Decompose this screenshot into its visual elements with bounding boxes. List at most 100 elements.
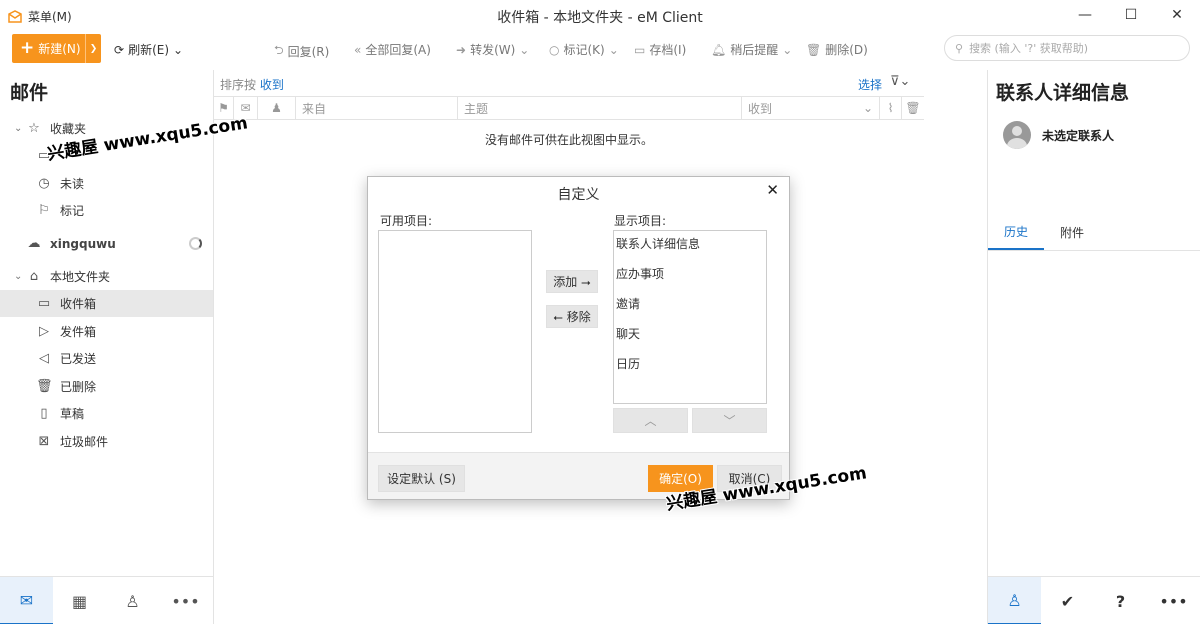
- dialog-title: 自定义: [557, 187, 600, 203]
- move-down-button[interactable]: ﹀: [692, 408, 767, 433]
- archive-button[interactable]: ▭ 存档(I): [634, 41, 686, 58]
- sidebar-item-label: 已删除: [60, 380, 97, 394]
- clock-icon: ◷: [38, 176, 50, 191]
- shown-items-list[interactable]: 联系人详细信息 应办事项 邀请 聊天 日历: [613, 230, 767, 404]
- snooze-button[interactable]: 🔔︎ 稍后提醒 ⌄: [711, 41, 792, 58]
- mark-button[interactable]: ○ 标记(K) ⌄: [549, 41, 619, 58]
- tab-history[interactable]: 历史: [988, 214, 1044, 250]
- received-column-label: 收到: [748, 101, 773, 116]
- sync-spinner-icon: [189, 237, 202, 250]
- remove-button[interactable]: ⭠ 移除: [546, 305, 598, 328]
- chevron-down-icon[interactable]: ⌄: [14, 123, 26, 134]
- sidebar-item-label: 已发送: [60, 352, 97, 366]
- contact-panel-title: 联系人详细信息: [996, 82, 1130, 104]
- chevron-down-icon: ⌄: [173, 42, 184, 57]
- chevron-down-icon[interactable]: ⌄: [14, 271, 26, 282]
- new-button-label: 新建(N): [38, 42, 81, 56]
- reply-button[interactable]: ⮌ 回复(R): [274, 41, 329, 62]
- list-item[interactable]: 日历: [614, 351, 766, 381]
- avatar: [1003, 121, 1031, 149]
- trash-icon: 🗑︎: [36, 379, 53, 394]
- sidebar-item-local-folders[interactable]: ⌄ ⌂ 本地文件夹: [0, 263, 213, 290]
- chevron-down-icon: ⌄: [862, 101, 873, 115]
- sort-field-link[interactable]: 收到: [260, 78, 284, 92]
- close-icon[interactable]: ✕: [1154, 0, 1200, 30]
- close-icon[interactable]: ✕: [766, 181, 779, 199]
- new-button[interactable]: + 新建(N) ❯: [12, 34, 101, 63]
- move-up-button[interactable]: ︿: [613, 408, 688, 433]
- sort-by-label: 排序按: [220, 78, 257, 92]
- list-item[interactable]: 邀请: [614, 291, 766, 321]
- list-item[interactable]: 聊天: [614, 321, 766, 351]
- maximize-icon[interactable]: ☐: [1108, 0, 1154, 30]
- shown-items-label: 显示项目:: [614, 214, 667, 228]
- subject-column[interactable]: 主题: [458, 97, 742, 119]
- trash-column-icon[interactable]: 🗑︎: [902, 97, 924, 119]
- calendar-icon[interactable]: ▦: [53, 577, 106, 624]
- sidebar-item-sent[interactable]: ◁ 已发送: [0, 345, 213, 372]
- reply-all-label: 全部回复(A): [365, 43, 431, 57]
- window-title: 收件箱 - 本地文件夹 - eM Client: [497, 10, 703, 26]
- tab-attachments[interactable]: 附件: [1044, 214, 1100, 250]
- sort-control[interactable]: 排序按 收到: [220, 76, 284, 93]
- sidebar-item-label: 收件箱: [60, 297, 97, 311]
- list-item[interactable]: 应办事项: [614, 261, 766, 291]
- set-default-button[interactable]: 设定默认 (S): [378, 465, 465, 492]
- new-dropdown-chevron-icon[interactable]: ❯: [85, 34, 101, 63]
- filter-icon[interactable]: ⊽⌄: [890, 74, 910, 89]
- add-button[interactable]: 添加 ⭢: [546, 270, 598, 293]
- checkmark-icon[interactable]: ✔: [1041, 577, 1094, 624]
- sidebar-item-deleted[interactable]: 🗑︎ 已删除: [0, 373, 213, 400]
- sidebar-item-unread[interactable]: ◷ 未读: [0, 170, 213, 197]
- forward-button[interactable]: ➜ 转发(W) ⌄: [456, 41, 529, 58]
- delete-button[interactable]: 🗑︎ 删除(D): [806, 41, 868, 58]
- sidebar-item-flagged[interactable]: ⚐ 标记: [0, 197, 213, 224]
- chevron-down-icon: ﹀: [723, 414, 736, 428]
- available-items-list[interactable]: [378, 230, 532, 433]
- contact-details-panel: 联系人详细信息 未选定联系人 历史 附件 ♙ ✔ ? •••: [987, 70, 1200, 624]
- send-icon: ▷: [39, 324, 49, 339]
- contact-icon[interactable]: ♙: [988, 577, 1041, 624]
- reply-icon: ⮌: [274, 43, 284, 57]
- account-icon: ☁: [27, 236, 41, 251]
- delete-label: 删除(D): [825, 43, 868, 57]
- contacts-icon[interactable]: ♙: [106, 577, 159, 624]
- more-icon[interactable]: •••: [1147, 577, 1200, 624]
- chevron-down-icon: ⌄: [519, 42, 530, 57]
- trash-icon: 🗑︎: [806, 42, 822, 57]
- search-input[interactable]: ⚲ 搜索 (输入 '?' 获取帮助): [944, 35, 1190, 61]
- sidebar-item-label: 本地文件夹: [50, 270, 111, 284]
- mail-icon[interactable]: ✉: [0, 577, 53, 624]
- sort-bar: 排序按 收到 选择 ⊽⌄: [214, 70, 987, 96]
- contact-tabs: 历史 附件: [988, 214, 1200, 251]
- module-switcher: ✉ ▦ ♙ •••: [0, 576, 213, 624]
- new-button-main[interactable]: + 新建(N): [12, 40, 85, 57]
- chevron-down-icon: ⌄: [608, 42, 619, 57]
- no-contact-label: 未选定联系人: [1042, 129, 1115, 143]
- more-icon[interactable]: •••: [159, 577, 212, 624]
- sidebar-item-account[interactable]: ☁ xingquwu: [0, 230, 213, 257]
- circle-icon: ○: [549, 42, 560, 57]
- attachment-column-icon[interactable]: ⌇: [880, 97, 902, 119]
- empty-list-message: 没有邮件可供在此视图中显示。: [484, 133, 653, 147]
- help-icon[interactable]: ?: [1094, 577, 1147, 624]
- sidebar-title: 邮件: [10, 82, 49, 104]
- reply-all-button[interactable]: « 全部回复(A): [354, 41, 431, 58]
- refresh-button[interactable]: ⟳ 刷新(E) ⌄: [114, 41, 183, 58]
- archive-icon: ▭: [634, 42, 646, 57]
- junk-icon: ⊠: [38, 434, 50, 449]
- list-item[interactable]: 联系人详细信息: [614, 231, 766, 261]
- sidebar-item-outbox[interactable]: ▷ 发件箱: [0, 318, 213, 345]
- mark-label: 标记(K): [563, 43, 605, 57]
- toolbar: + 新建(N) ❯ ⟳ 刷新(E) ⌄ ⮌ 回复(R) « 全部回复(A) ➜ …: [0, 32, 1200, 66]
- sidebar-item-junk[interactable]: ⊠ 垃圾邮件: [0, 428, 213, 455]
- contact-column-icon[interactable]: ♟: [258, 97, 296, 119]
- minimize-icon[interactable]: —: [1062, 0, 1108, 30]
- sidebar-item-label: 垃圾邮件: [60, 435, 109, 449]
- from-column[interactable]: 来自: [296, 97, 458, 119]
- sidebar-item-drafts[interactable]: ▯ 草稿: [0, 400, 213, 427]
- archive-label: 存档(I): [649, 43, 687, 57]
- sidebar-item-inbox[interactable]: ▭ 收件箱: [0, 290, 213, 317]
- select-link[interactable]: 选择: [858, 76, 882, 93]
- received-column[interactable]: 收到 ⌄: [742, 97, 880, 119]
